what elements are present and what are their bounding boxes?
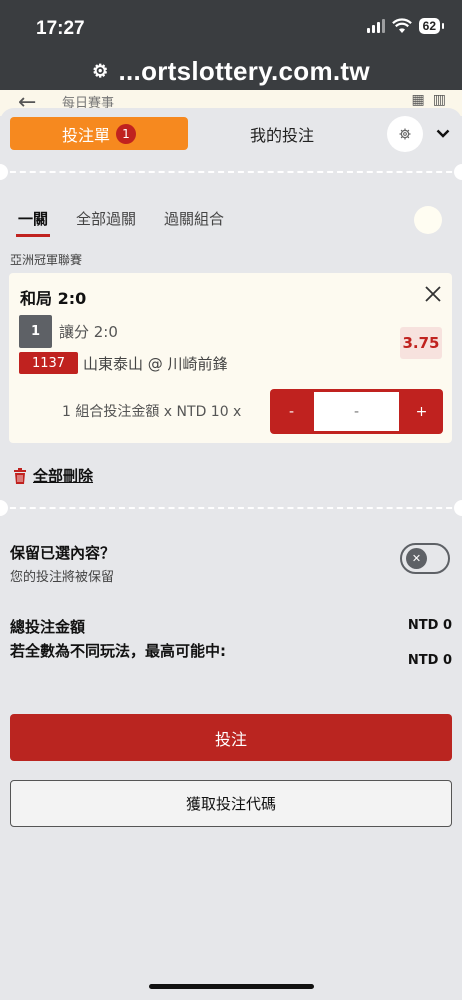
keep-selections-title: 保留已選內容？ bbox=[10, 544, 116, 562]
home-indicator[interactable] bbox=[149, 984, 314, 989]
betslip-sheet: 投注單 1 我的投注 一關 全部過關 過關組合 亞洲冠軍聯賽 和局 2:0 1 … bbox=[0, 108, 462, 1000]
collapse-button[interactable] bbox=[432, 122, 454, 144]
tab-all-parlay[interactable]: 全部過關 bbox=[76, 208, 136, 237]
get-bet-code-button[interactable]: 獲取投注代碼 bbox=[10, 780, 452, 827]
total-stake-label: 總投注金額 bbox=[10, 618, 86, 636]
gear-icon bbox=[399, 128, 411, 140]
delete-all-label: 全部刪除 bbox=[33, 467, 94, 485]
stake-increment-button[interactable]: + bbox=[400, 389, 443, 434]
match-code: 1137 bbox=[19, 352, 78, 374]
delete-all-button[interactable]: 全部刪除 bbox=[13, 465, 93, 486]
toggle-off-icon: ✕ bbox=[406, 548, 427, 569]
betslip-count-badge: 1 bbox=[116, 123, 136, 144]
market-title: 和局 2:0 bbox=[20, 289, 87, 308]
tab-my-bets[interactable]: 我的投注 bbox=[200, 117, 364, 150]
match-name: 山東泰山 @ 川崎前鋒 bbox=[83, 355, 228, 373]
close-icon[interactable] bbox=[424, 285, 442, 303]
url-text: ...ortslottery.com.tw bbox=[118, 56, 370, 86]
signal-icon bbox=[366, 19, 385, 33]
max-payout-label: 若全數為不同玩法，最高可能中: bbox=[10, 642, 227, 660]
divider-notch bbox=[0, 500, 8, 516]
bet-type-tabs: 一關 全部過關 過關組合 bbox=[15, 208, 224, 237]
background-page-icons: ▦▥ bbox=[411, 92, 454, 108]
status-time: 17:27 bbox=[36, 18, 85, 39]
selection-label: 讓分 2:0 bbox=[59, 323, 118, 341]
battery-icon: 62 bbox=[418, 18, 445, 34]
tab-betslip-label: 投注單 bbox=[61, 125, 110, 145]
place-bet-button[interactable]: 投注 bbox=[10, 714, 452, 761]
tab-betslip[interactable]: 投注單 1 bbox=[10, 117, 188, 150]
keep-selections-toggle[interactable]: ✕ bbox=[400, 543, 450, 574]
divider bbox=[0, 171, 462, 173]
chevron-down-icon bbox=[436, 129, 450, 138]
selection-number: 1 bbox=[19, 315, 52, 348]
league-name: 亞洲冠軍聯賽 bbox=[10, 253, 83, 267]
stake-input[interactable] bbox=[314, 392, 399, 431]
status-and-url-bar: 17:27 62 ⚙ ...ortslottery.com.tw bbox=[0, 0, 462, 100]
site-settings-icon[interactable]: ⚙ bbox=[92, 61, 108, 82]
tab-indicator-dot bbox=[414, 206, 442, 234]
keep-selections-subtitle: 您的投注將被保留 bbox=[10, 570, 115, 585]
stake-decrement-button[interactable]: - bbox=[270, 389, 313, 434]
divider bbox=[0, 507, 462, 509]
wifi-icon bbox=[391, 18, 412, 33]
trash-icon bbox=[14, 467, 26, 484]
divider-notch bbox=[454, 164, 462, 180]
total-stake-value: NTD 0 bbox=[407, 618, 452, 633]
divider-notch bbox=[454, 500, 462, 516]
tab-single[interactable]: 一關 bbox=[15, 208, 51, 237]
url-bar[interactable]: ⚙ ...ortslottery.com.tw bbox=[0, 56, 462, 87]
stake-stepper: - + bbox=[270, 389, 443, 434]
odds-badge: 3.75 bbox=[400, 327, 442, 359]
max-payout-value: NTD 0 bbox=[407, 653, 452, 668]
stake-label: 1 組合投注金額 x NTD 10 x bbox=[62, 404, 242, 420]
status-icons: 62 bbox=[366, 18, 445, 34]
tab-parlay-combo[interactable]: 過關組合 bbox=[164, 208, 224, 237]
bet-card: 和局 2:0 1 讓分 2:0 3.75 1137 山東泰山 @ 川崎前鋒 1 … bbox=[9, 273, 452, 443]
divider-notch bbox=[0, 164, 8, 180]
settings-button[interactable] bbox=[387, 116, 423, 152]
